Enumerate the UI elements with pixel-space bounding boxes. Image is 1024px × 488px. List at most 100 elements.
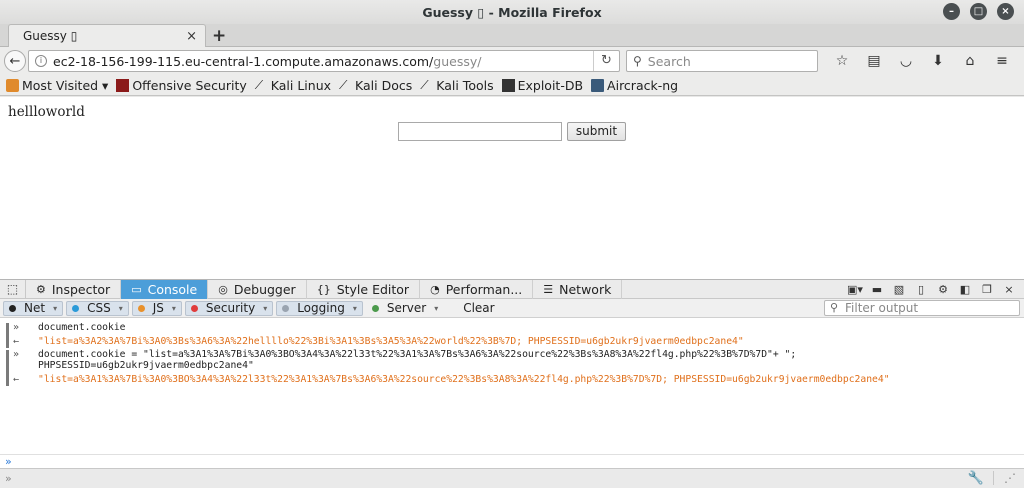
filter-label: Logging	[297, 301, 345, 315]
bookmark-kali-tools[interactable]: ⟋ Kali Tools	[420, 78, 493, 93]
guess-input[interactable]	[398, 122, 562, 141]
back-button[interactable]: ←	[4, 50, 26, 72]
downloads-icon[interactable]: ⬇	[922, 51, 954, 71]
console-output-line: ← "list=a%3A2%3A%7Bi%3A0%3Bs%3A6%3A%22he…	[0, 336, 744, 347]
filter-security-button[interactable]: Security ▾	[184, 300, 274, 316]
bookmark-exploit-db[interactable]: Exploit-DB	[501, 77, 584, 93]
js-dot	[137, 304, 145, 312]
home-icon[interactable]: ⌂	[954, 51, 986, 71]
bookmark-most-visited[interactable]: Most Visited ▾	[6, 78, 108, 93]
bookmark-label: Most Visited ▾	[22, 77, 109, 93]
menu-icon[interactable]: ≡	[986, 51, 1018, 71]
filter-placeholder: Filter output	[845, 301, 919, 315]
logging-dot	[282, 304, 290, 312]
console-text: "list=a%3A2%3A%7Bi%3A0%3Bs%3A6%3A%22hell…	[38, 336, 744, 347]
filter-net-button[interactable]: Net ▾	[3, 300, 64, 316]
search-icon: ⚲	[633, 54, 642, 68]
security-dot	[190, 304, 198, 312]
url-host: ec2-18-156-199-115.eu-central-1.compute.…	[53, 53, 434, 69]
bookmark-aircrack-ng[interactable]: Aircrack-ng	[591, 78, 678, 93]
style-editor-icon: {}	[316, 282, 331, 296]
split-console-icon[interactable]: ▣▾	[844, 283, 866, 296]
bookmarks-toolbar: Most Visited ▾ Offensive Security ⟋ Kali…	[0, 75, 1024, 96]
tab-title: Guessy ▯	[23, 29, 78, 43]
bookmark-kali-docs[interactable]: ⟋ Kali Docs	[339, 78, 412, 93]
info-icon[interactable]: i	[35, 55, 47, 67]
dock-side-icon[interactable]: ◧	[954, 283, 976, 296]
bookmark-label: Exploit-DB	[517, 77, 584, 93]
bookmark-label: Offensive Security	[132, 77, 247, 93]
reading-list-icon[interactable]: ▤	[858, 51, 890, 71]
bookmark-kali-linux[interactable]: ⟋ Kali Linux	[255, 78, 331, 93]
tab-debugger[interactable]: ◎ Debugger	[208, 279, 307, 299]
inspector-icon: ⚙	[36, 282, 46, 296]
tab-inspector[interactable]: ⚙ Inspector	[26, 279, 122, 299]
pocket-icon[interactable]: ◡	[890, 51, 922, 71]
filter-label: Server	[386, 301, 427, 315]
console-output-line: ← "list=a%3A1%3A%7Bi%3A0%3BO%3A4%3A%22l3…	[0, 374, 890, 385]
kali-dragon-icon: ⟋	[339, 77, 348, 92]
navigation-toolbar: ← i ec2-18-156-199-115.eu-central-1.comp…	[0, 47, 1024, 75]
page-heading: hellloworld	[8, 104, 85, 120]
tab-console[interactable]: ▭ Console	[121, 279, 209, 299]
console-text: PHPSESSID=u6gb2ukr9jvaerm0edbpc2ane4"	[38, 360, 254, 371]
new-tab-button[interactable]: +	[212, 26, 226, 46]
url-bar[interactable]: i ec2-18-156-199-115.eu-central-1.comput…	[28, 50, 620, 72]
reload-icon[interactable]: ↻	[593, 51, 619, 71]
console-text: document.cookie	[38, 322, 126, 333]
tab-style-editor[interactable]: {} Style Editor	[307, 279, 421, 299]
page-content: hellloworld submit	[0, 97, 1024, 279]
search-input[interactable]: ⚲ Search	[626, 50, 818, 72]
tab-label: Inspector	[51, 281, 111, 297]
filter-label: JS	[152, 301, 164, 315]
tab-guessy[interactable]: Guessy ▯ ×	[8, 24, 206, 47]
aircrack-icon	[591, 78, 605, 92]
tab-performance[interactable]: ◔ Performan...	[420, 279, 534, 299]
console-text: document.cookie = "list=a%3A1%3A%7Bi%3A0…	[38, 349, 797, 360]
console-output: » document.cookie ← "list=a%3A2%3A%7Bi%3…	[0, 320, 1024, 454]
tab-label: Debugger	[233, 281, 296, 297]
filter-js-button[interactable]: JS ▾	[131, 300, 182, 316]
css-dot	[72, 304, 80, 312]
filter-logging-button[interactable]: Logging ▾	[276, 300, 363, 316]
settings-gear-icon[interactable]: ⚙	[932, 283, 954, 296]
bookmark-star-icon[interactable]: ☆	[826, 51, 858, 71]
nav-icons: ☆ ▤ ◡ ⬇ ⌂ ≡	[826, 51, 1018, 71]
filter-output-input[interactable]: ⚲ Filter output	[824, 300, 1020, 316]
window-title: Guessy ▯ - Mozilla Firefox	[422, 4, 602, 20]
console-input-bar[interactable]: » 🔧 ⋰	[0, 468, 1024, 488]
devtools-toolbar-right: ▣▾ ▬ ▧ ▯ ⚙ ◧ ❐ ×	[844, 280, 1020, 299]
output-arrow-icon: ←	[13, 374, 20, 385]
url-path: guessy/	[433, 53, 482, 69]
maximize-icon[interactable]: □	[970, 3, 987, 20]
undock-icon[interactable]: ❐	[976, 283, 998, 296]
console-prompt[interactable]: »	[0, 454, 1024, 468]
tab-label: Style Editor	[336, 281, 410, 297]
submit-button[interactable]: submit	[567, 122, 626, 141]
resize-grip-icon[interactable]: ⋰	[993, 471, 1016, 485]
tab-label: Network	[559, 281, 612, 297]
filter-server-button[interactable]: Server ▾	[366, 301, 444, 316]
bookmark-label: Kali Docs	[355, 77, 413, 93]
bookmark-label: Kali Tools	[436, 77, 494, 93]
kali-dragon-icon: ⟋	[420, 77, 429, 92]
bookmark-label: Kali Linux	[270, 77, 332, 93]
scratchpad-icon[interactable]: ▯	[910, 283, 932, 296]
filter-label: CSS	[87, 301, 111, 315]
network-icon: ☰	[543, 282, 554, 296]
search-placeholder: Search	[647, 53, 691, 69]
minimize-icon[interactable]: –	[943, 3, 960, 20]
responsive-icon[interactable]: ▬	[866, 283, 888, 296]
tab-network[interactable]: ☰ Network	[533, 279, 623, 299]
close-window-icon[interactable]: ×	[997, 3, 1014, 20]
wrench-icon[interactable]: 🔧	[968, 471, 984, 486]
screenshot-icon[interactable]: ▧	[888, 283, 910, 296]
filter-css-button[interactable]: CSS ▾	[66, 300, 129, 316]
close-tab-icon[interactable]: ×	[186, 29, 197, 44]
net-dot	[9, 304, 16, 312]
element-picker-icon[interactable]: ⬚	[0, 279, 26, 299]
bookmark-offensive-security[interactable]: Offensive Security	[116, 77, 247, 93]
input-chevron-icon: »	[5, 472, 12, 485]
clear-console-button[interactable]: Clear	[458, 301, 499, 316]
close-devtools-icon[interactable]: ×	[998, 283, 1020, 296]
